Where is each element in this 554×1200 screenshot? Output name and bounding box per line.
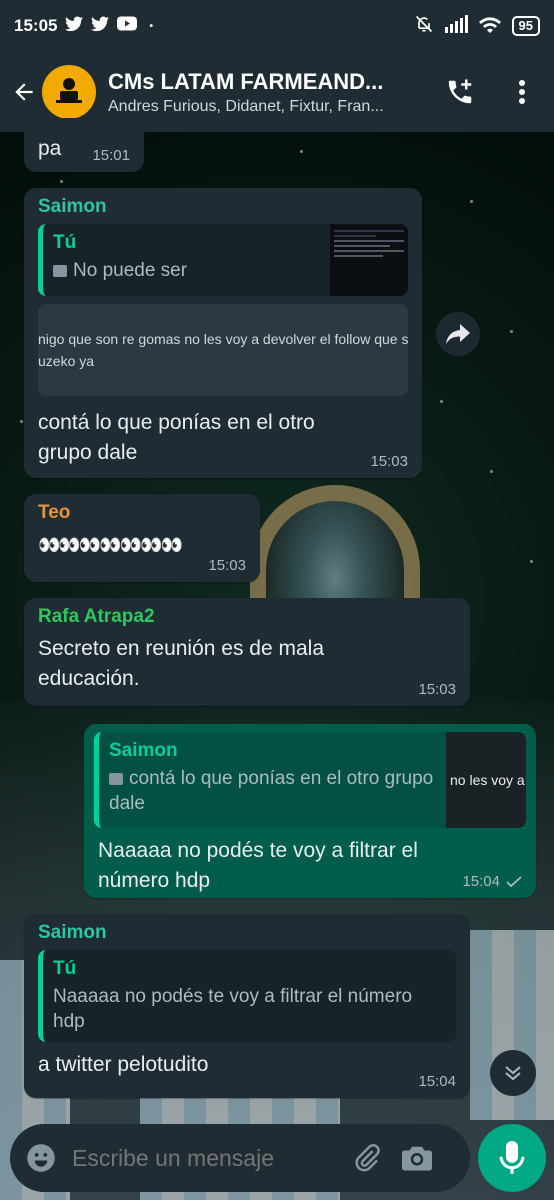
sender-name: Saimon (38, 196, 107, 217)
wifi-icon (478, 15, 502, 38)
quoted-message[interactable]: Tú Naaaaa no podés te voy a filtrar el n… (38, 950, 456, 1042)
message-time-value: 15:04 (462, 873, 500, 890)
quoted-thumb-text: no les voy a (450, 772, 525, 788)
add-call-button[interactable] (436, 52, 484, 132)
forward-button[interactable] (436, 312, 480, 356)
sender-name: Saimon (38, 922, 107, 943)
sent-check-icon (506, 875, 522, 887)
attach-icon (355, 1143, 380, 1172)
message-time: 15:01 (92, 147, 130, 164)
signal-icon (444, 14, 468, 38)
quoted-sender: Tú (53, 232, 77, 253)
forward-icon (446, 324, 470, 344)
message-time: 15:03 (370, 453, 408, 470)
more-options-icon (519, 80, 525, 104)
quoted-sender: Saimon (109, 740, 178, 761)
status-time: 15:05 (14, 16, 58, 35)
message-bubble[interactable]: Teo 👀👀👀👀👀👀👀 15:03 (24, 494, 260, 582)
message-time: 15:04 (462, 873, 522, 890)
youtube-icon (117, 16, 138, 36)
add-call-icon (448, 79, 472, 104)
quoted-image-thumbnail: no les voy a (446, 732, 526, 828)
scroll-down-icon (505, 1066, 521, 1081)
message-input[interactable] (72, 1144, 332, 1172)
mute-icon (414, 14, 434, 39)
mic-icon (499, 1141, 525, 1174)
message-time: 15:03 (418, 681, 456, 698)
camera-icon (402, 1146, 432, 1171)
emoji-icon (27, 1144, 55, 1172)
image-preview[interactable]: nigo que son re gomas no les voy a devol… (38, 304, 408, 396)
message-bubble[interactable]: pa 15:01 (24, 118, 144, 172)
message-time: 15:04 (418, 1073, 456, 1090)
quoted-message[interactable]: Tú No puede ser (38, 224, 408, 296)
quoted-image-thumbnail (330, 224, 408, 296)
sender-name: Teo (38, 502, 71, 523)
message-bubble-outgoing[interactable]: Saimon contá lo que ponías en el otro gr… (84, 724, 536, 898)
message-text: Naaaaa no podés te voy a filtrar el núme… (98, 839, 418, 892)
quoted-text: Naaaaa no podés te voy a filtrar el núme… (53, 986, 413, 1032)
message-bubble[interactable]: Rafa Atrapa2 Secreto en reunión es de ma… (24, 598, 470, 706)
message-time: 15:03 (208, 557, 246, 574)
battery-indicator: 95 (511, 16, 540, 36)
camera-button[interactable] (402, 1144, 432, 1172)
quoted-message[interactable]: Saimon contá lo que ponías en el otro gr… (94, 732, 526, 828)
group-avatar[interactable] (42, 65, 96, 119)
more-options-button[interactable] (498, 52, 546, 132)
photo-icon (109, 772, 123, 785)
attach-button[interactable] (352, 1143, 382, 1173)
message-bubble[interactable]: Saimon Tú No puede ser nigo que son re g… (24, 188, 422, 478)
quoted-sender: Tú (53, 958, 77, 979)
quoted-text-row: contá lo que ponías en el otro grupo dal… (109, 766, 436, 816)
sender-name: Rafa Atrapa2 (38, 606, 155, 627)
voice-message-button[interactable] (478, 1124, 546, 1192)
quoted-text: No puede ser (73, 260, 188, 281)
chat-info[interactable]: CMs LATAM FARMEAND... Andres Furious, Di… (108, 69, 428, 116)
twitter-icon (65, 16, 84, 37)
message-text: Secreto en reunión es de mala educación. (38, 637, 325, 690)
emoji-button[interactable] (26, 1143, 56, 1173)
message-bubble[interactable]: Saimon Tú Naaaaa no podés te voy a filtr… (24, 914, 470, 1098)
chat-participants: Andres Furious, Didanet, Fixtur, Fran... (108, 97, 384, 115)
notification-dot-icon: • (149, 20, 153, 32)
quoted-text: contá lo que ponías en el otro grupo dal… (109, 768, 434, 814)
back-arrow-icon (15, 83, 33, 101)
preview-line: nigo que son re gomas no les voy a devol… (38, 331, 408, 347)
message-composer[interactable] (10, 1124, 470, 1192)
message-text: a twitter pelotudito (38, 1053, 209, 1076)
message-text: 👀👀👀👀👀👀👀 (38, 535, 183, 555)
preview-line: uzeko ya (38, 353, 95, 369)
photo-icon (53, 264, 67, 277)
chat-title: CMs LATAM FARMEAND... (108, 68, 384, 94)
group-avatar-icon (56, 78, 82, 103)
scroll-down-button[interactable] (490, 1050, 536, 1096)
twitter-icon (91, 16, 110, 37)
status-bar: 15:05 • 95 (0, 0, 554, 52)
message-text: contá lo que ponías en el otro grupo dal… (38, 411, 315, 464)
quoted-text-row: No puede ser (53, 258, 318, 283)
